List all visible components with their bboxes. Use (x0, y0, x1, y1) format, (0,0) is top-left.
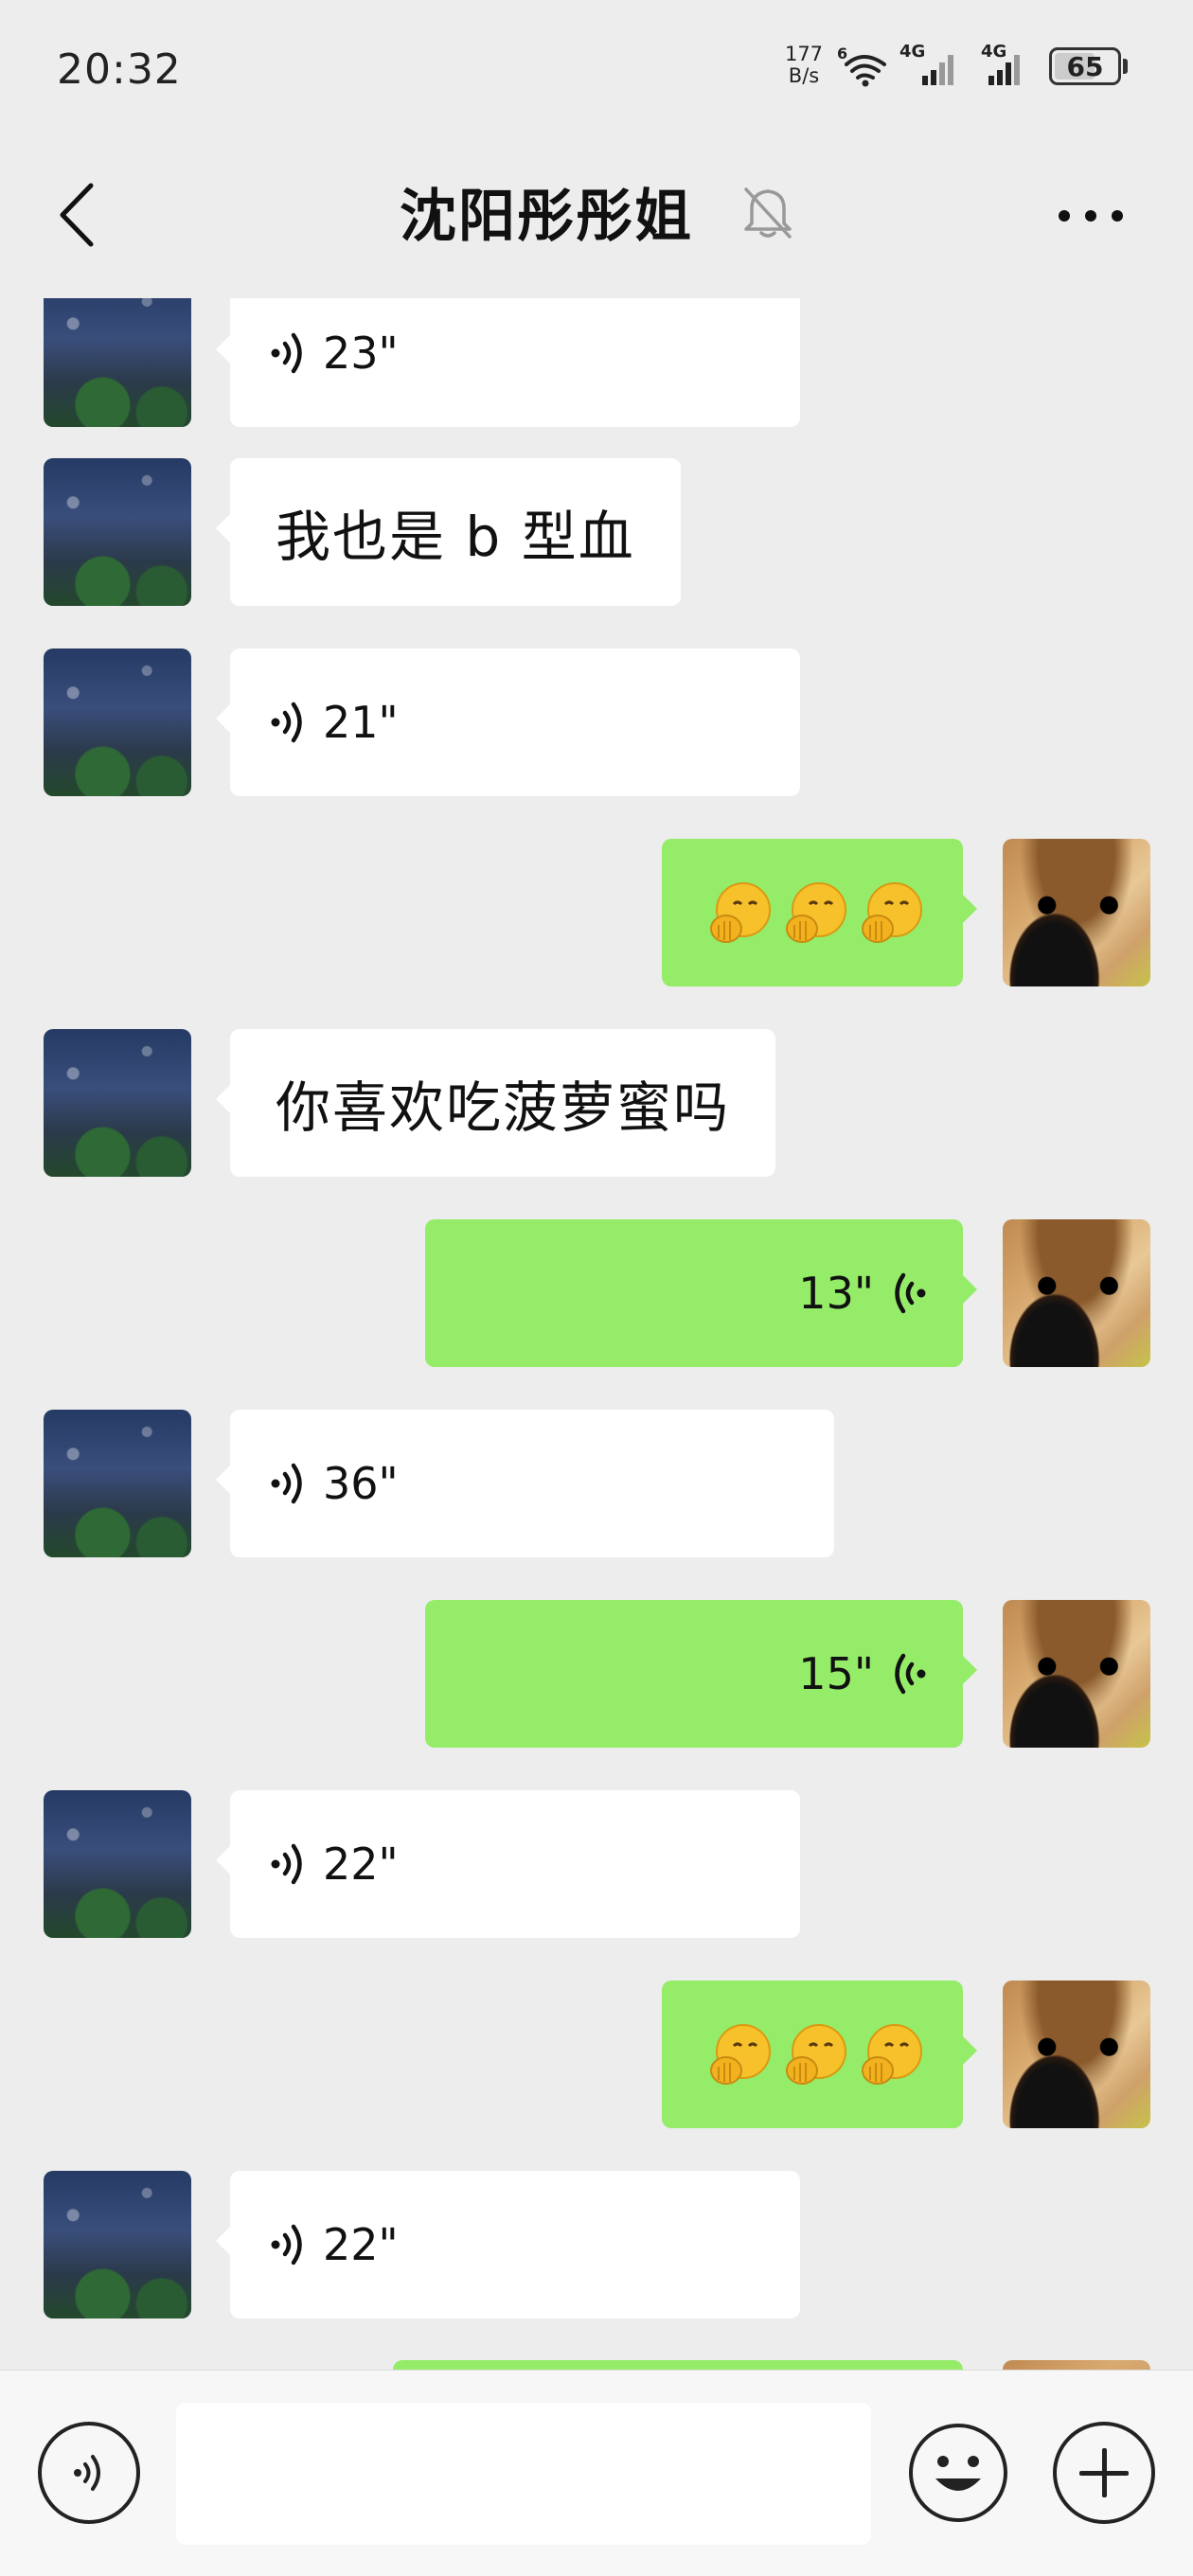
message-row: 我也是 b 型血 (0, 458, 1193, 606)
network-speed: 177 B/s (782, 44, 826, 87)
message-row: 13" (0, 1219, 1193, 1367)
message-row (0, 1981, 1193, 2128)
voice-duration: 23" (323, 328, 399, 379)
signal-1-label: 4G (899, 42, 926, 62)
voice-message-bubble[interactable]: 23" (216, 298, 800, 427)
battery-icon: 65 (1049, 47, 1121, 85)
message-row: 22" (0, 1790, 1193, 1938)
text-message-bubble[interactable]: 我也是 b 型血 (216, 458, 681, 606)
signal-icon: 4G (898, 42, 968, 93)
chat-title: 沈阳彤彤姐 (400, 184, 693, 250)
voice-playing-icon (895, 1653, 926, 1695)
message-input[interactable] (176, 2403, 871, 2545)
voice-playing-icon (271, 332, 302, 374)
battery-tip (1123, 59, 1128, 74)
message-row: 21" (0, 648, 1193, 796)
text-message-bubble[interactable]: 你喜欢吃菠萝蜜吗 (215, 1029, 776, 1177)
contact-avatar[interactable] (44, 1790, 191, 1938)
voice-message-bubble[interactable]: 21" (216, 648, 800, 796)
message-emoji (662, 2019, 963, 2089)
emoji-message-bubble[interactable] (662, 839, 977, 986)
voice-duration: 36" (323, 1458, 399, 1509)
more-dots-icon (1059, 210, 1123, 222)
back-button[interactable] (47, 172, 114, 258)
hand-over-mouth-emoji-icon (786, 882, 846, 943)
voice-duration: 22" (323, 1839, 399, 1890)
contact-avatar[interactable] (44, 2171, 191, 2318)
wifi-badge: 6 (837, 44, 847, 62)
my-avatar[interactable] (1003, 839, 1150, 986)
plus-button[interactable] (1053, 2422, 1155, 2524)
contact-avatar[interactable] (44, 648, 191, 796)
input-bar (0, 2370, 1193, 2576)
voice-duration: 15" (798, 1648, 874, 1699)
hand-over-mouth-emoji-icon (862, 2024, 922, 2085)
voice-message-bubble[interactable]: 36" (216, 1410, 834, 1557)
contact-avatar[interactable] (44, 1029, 191, 1177)
voice-duration: 13" (798, 1268, 874, 1319)
voice-playing-icon (271, 1843, 302, 1885)
status-time: 20:32 (57, 45, 182, 94)
my-avatar[interactable] (1003, 1981, 1150, 2128)
chat-message-list[interactable]: 23" 我也是 b 型血 21" 你喜欢吃菠萝蜜吗 13" 36" 15" 22… (0, 298, 1193, 2370)
voice-message-bubble[interactable]: 15" (425, 1600, 977, 1748)
emoji-message-bubble[interactable] (662, 1981, 977, 2128)
voice-playing-icon (271, 702, 302, 743)
voice-playing-icon (271, 1463, 302, 1504)
voice-duration: 21" (323, 697, 399, 748)
hand-over-mouth-emoji-icon (710, 882, 771, 943)
voice-message-bubble[interactable]: 22" (216, 1790, 800, 1938)
message-row: 22" (0, 2171, 1193, 2318)
voice-toggle-button[interactable] (38, 2422, 140, 2524)
message-row: 36" (0, 1410, 1193, 1557)
voice-playing-icon (895, 1272, 926, 1314)
my-avatar[interactable] (1003, 2360, 1150, 2370)
back-arrow-icon (60, 183, 94, 247)
voice-message-bubble[interactable] (393, 2360, 963, 2370)
status-bar: 20:32 177 B/s 6 4G 4G 65 (0, 0, 1193, 133)
contact-avatar[interactable] (44, 1410, 191, 1557)
emoji-button[interactable] (907, 2422, 1009, 2524)
message-row: 23" (0, 298, 1193, 427)
battery-level: 65 (1066, 50, 1104, 82)
message-row (0, 839, 1193, 986)
hand-over-mouth-emoji-icon (862, 882, 922, 943)
message-text: 你喜欢吃菠萝蜜吗 (276, 1075, 731, 1140)
mute-bell-icon (740, 182, 795, 246)
contact-avatar[interactable] (44, 298, 191, 427)
signal-2-label: 4G (981, 42, 1007, 62)
chat-header: 沈阳彤彤姐 (0, 133, 1193, 298)
hand-over-mouth-emoji-icon (710, 2024, 771, 2085)
voice-duration: 22" (323, 2219, 399, 2270)
message-emoji (662, 878, 963, 948)
network-speed-unit: B/s (788, 64, 820, 87)
wifi-icon: 6 (835, 44, 890, 93)
my-avatar[interactable] (1003, 1219, 1150, 1367)
more-button[interactable] (1049, 189, 1132, 242)
hand-over-mouth-emoji-icon (786, 2024, 846, 2085)
message-row: 15" (0, 1600, 1193, 1748)
network-speed-value: 177 (784, 43, 824, 65)
contact-avatar[interactable] (44, 458, 191, 606)
emoji-icon (909, 2424, 1007, 2522)
voice-playing-icon (271, 2224, 302, 2265)
my-avatar[interactable] (1003, 1600, 1150, 1748)
message-row: 你喜欢吃菠萝蜜吗 (0, 1029, 1193, 1177)
voice-toggle-icon (74, 2455, 100, 2491)
voice-message-bubble[interactable]: 13" (425, 1219, 977, 1367)
voice-message-bubble[interactable]: 22" (216, 2171, 800, 2318)
message-text: 我也是 b 型血 (276, 505, 635, 569)
signal-icon: 4G (979, 42, 1043, 93)
